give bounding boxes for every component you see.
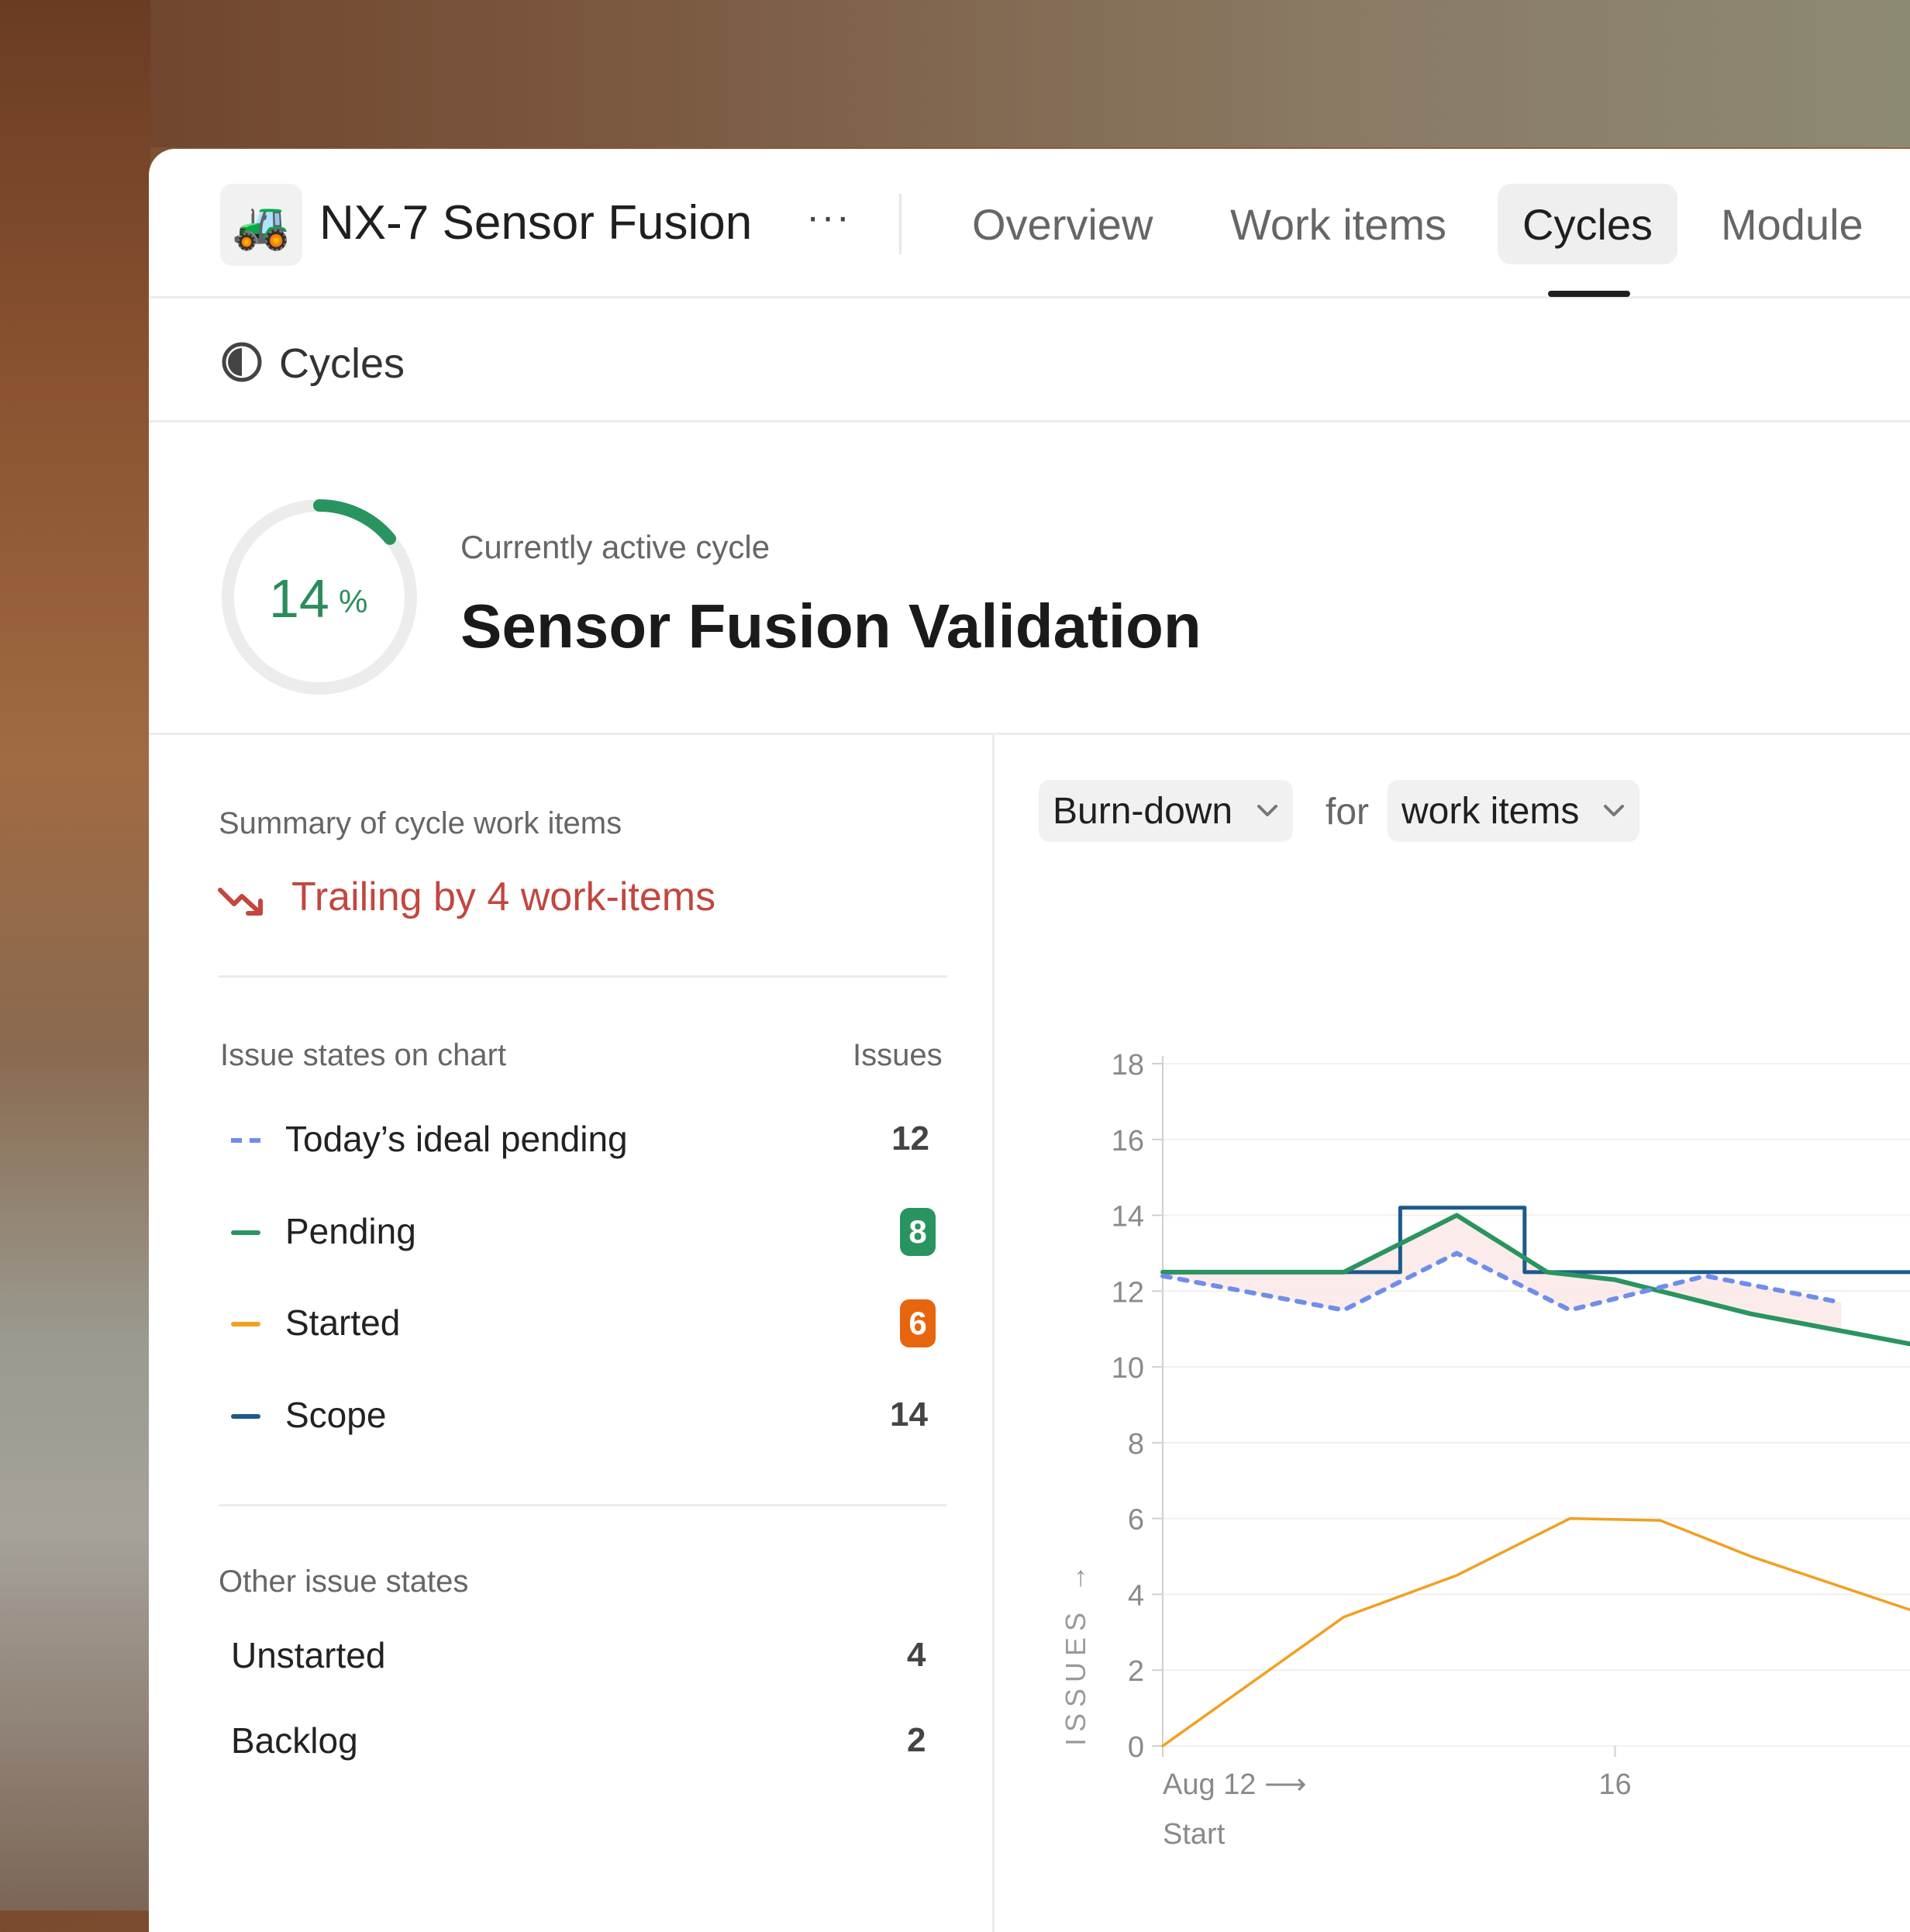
chevron-down-icon	[1604, 805, 1625, 816]
legend-count-started: 6	[900, 1299, 936, 1347]
started-swatch	[231, 1322, 260, 1327]
legend-count-ideal-pending: 12	[891, 1120, 929, 1157]
chart-type-value: Burn-down	[1053, 790, 1233, 832]
scope-swatch	[231, 1414, 260, 1419]
panel-divider	[992, 735, 995, 1932]
metric-value: work items	[1401, 790, 1580, 832]
project-icon[interactable]: 🚜	[220, 184, 302, 266]
y-tick-label: 12	[1112, 1276, 1144, 1309]
tab-cycles[interactable]: Cycles	[1498, 184, 1678, 264]
y-tick-label: 0	[1128, 1731, 1144, 1764]
burn-down-chart: 0 2 4 6 8 10 12 14 16 18 ISSUES → Aug 12 ⟶ 16 Start	[1060, 1049, 1910, 1851]
section-header	[149, 296, 1910, 423]
other-state-label-backlog: Backlog	[231, 1720, 358, 1761]
pending-swatch	[231, 1230, 260, 1235]
progress-percent-sign: %	[339, 583, 368, 619]
other-states-heading: Other issue states	[219, 1565, 469, 1599]
tab-overview[interactable]: Overview	[972, 199, 1153, 250]
cycle-name[interactable]: Sensor Fusion Validation	[460, 591, 1202, 662]
x-tick-label: Aug 12 ⟶	[1163, 1768, 1306, 1801]
y-tick-label: 2	[1128, 1655, 1144, 1688]
y-tick-label: 14	[1112, 1201, 1144, 1233]
legend-count-scope: 14	[890, 1396, 928, 1433]
y-tick-label: 4	[1128, 1579, 1144, 1612]
other-state-count-backlog: 2	[907, 1721, 926, 1759]
other-state-label-unstarted: Unstarted	[231, 1635, 386, 1675]
legend-label-pending: Pending	[285, 1211, 416, 1251]
project-title[interactable]: NX-7 Sensor Fusion	[319, 195, 752, 250]
y-axis-label: ISSUES →	[1060, 1558, 1091, 1746]
y-tick-label: 18	[1112, 1049, 1144, 1082]
legend-heading: Issue states on chart	[220, 1038, 507, 1072]
series-line-scope	[1160, 1206, 1910, 1275]
y-tick-label: 6	[1128, 1504, 1144, 1537]
active-cycle-label: Currently active cycle	[460, 529, 771, 565]
tab-work-items[interactable]: Work items	[1230, 199, 1446, 250]
header-divider	[899, 194, 902, 254]
progress-percent: 14	[269, 568, 329, 629]
tab-module[interactable]: Module	[1721, 199, 1863, 250]
legend-label-scope: Scope	[285, 1395, 387, 1435]
chart-type-dropdown[interactable]: Burn-down	[1039, 780, 1294, 842]
other-state-count-unstarted: 4	[907, 1636, 926, 1674]
summary-divider	[219, 975, 947, 978]
y-tick-label: 10	[1112, 1352, 1144, 1385]
more-options-icon[interactable]: ···	[806, 194, 851, 240]
x-tick-label: 16	[1598, 1768, 1631, 1801]
legend-count-pending: 8	[900, 1208, 936, 1256]
tractor-icon: 🚜	[232, 198, 291, 251]
for-label: for	[1326, 792, 1370, 833]
legend-divider	[219, 1504, 947, 1506]
section-title: Cycles	[279, 340, 405, 387]
legend-label-started: Started	[285, 1302, 401, 1343]
app-window: 🚜 NX-7 Sensor Fusion ··· Overview Work i…	[149, 149, 1910, 1932]
half-circle-icon	[222, 342, 262, 382]
legend-count-heading: Issues	[853, 1038, 943, 1072]
summary-heading: Summary of cycle work items	[219, 806, 622, 840]
trending-down-icon	[218, 888, 263, 916]
background-top	[0, 0, 1910, 147]
metric-dropdown[interactable]: work items	[1388, 780, 1640, 842]
y-tick-label: 16	[1112, 1125, 1144, 1157]
legend-label-ideal-pending: Today’s ideal pending	[285, 1119, 628, 1159]
trailing-status: Trailing by 4 work-items	[291, 875, 716, 919]
x-start-label: Start	[1163, 1818, 1226, 1851]
ideal-pending-swatch	[231, 1138, 262, 1143]
chevron-down-icon	[1257, 805, 1278, 816]
series-line-started	[1161, 1516, 1910, 1747]
background-left	[0, 0, 150, 1910]
y-tick-label: 8	[1128, 1428, 1144, 1461]
